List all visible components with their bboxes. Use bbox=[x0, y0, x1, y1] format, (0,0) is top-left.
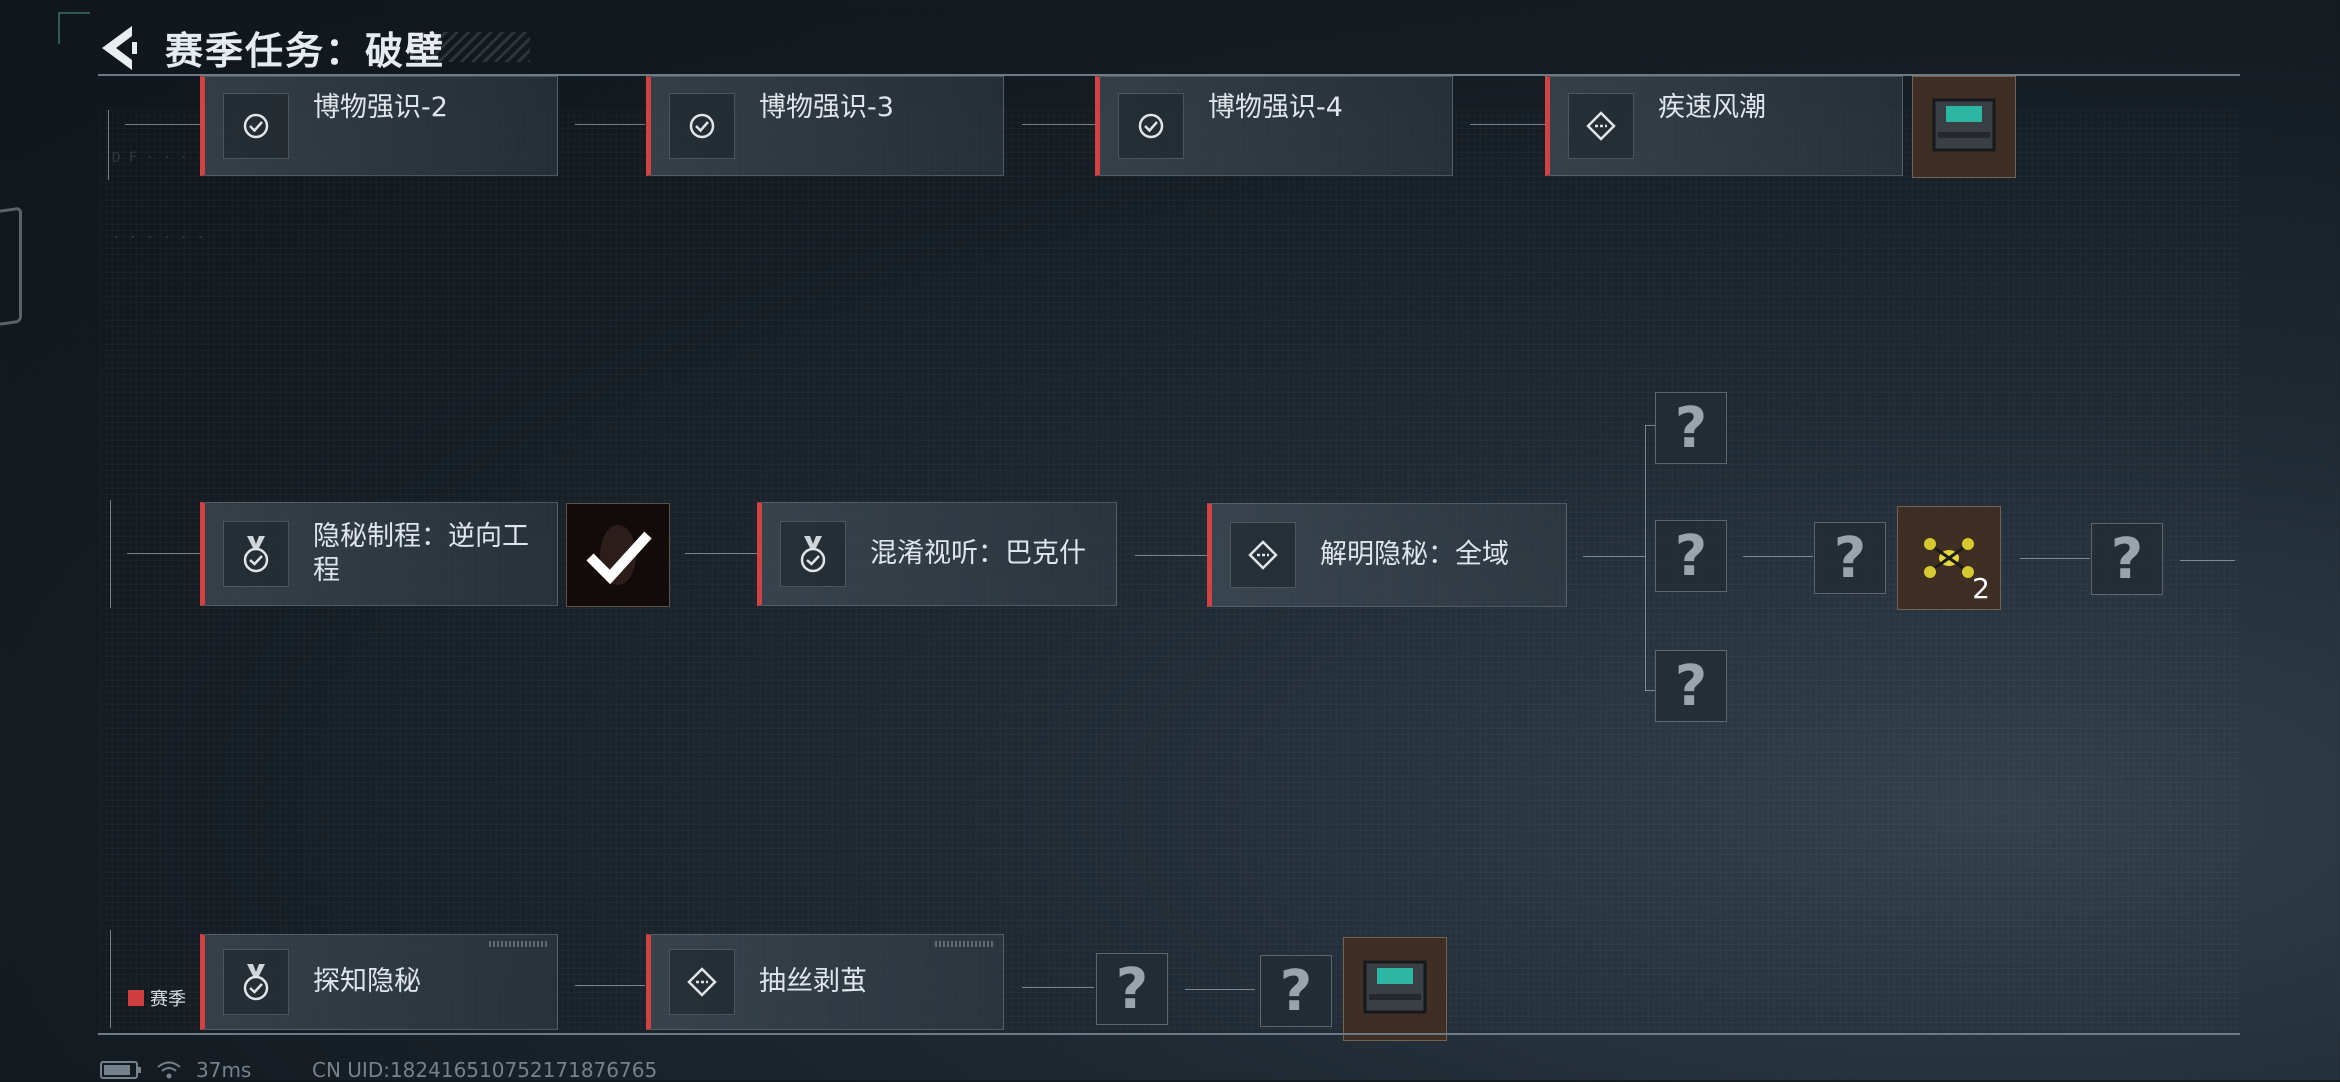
ping-readout: 37ms bbox=[196, 1058, 252, 1082]
quest-label: 探知隐秘 bbox=[313, 966, 421, 997]
quest-node-mid-3[interactable]: 解明隐秘：全域 bbox=[1207, 503, 1567, 607]
season-tag: 赛季 bbox=[128, 985, 186, 1011]
quest-label: 博物强识-2 bbox=[313, 92, 448, 123]
reward-item-drone[interactable]: 2 bbox=[1897, 506, 2001, 610]
branch-line bbox=[1645, 425, 1646, 691]
stripe-decoration bbox=[489, 941, 549, 947]
diamond-dash-icon bbox=[669, 949, 735, 1015]
header: 赛季任务：破壁 bbox=[0, 0, 2340, 76]
medal-check-icon bbox=[780, 521, 846, 587]
wifi-icon bbox=[157, 1061, 181, 1079]
unknown-quest-node[interactable]: ? bbox=[1655, 520, 1727, 592]
diamond-dash-icon bbox=[1568, 93, 1634, 159]
check-circle-icon bbox=[669, 93, 735, 159]
side-hex-decoration bbox=[0, 206, 22, 330]
connector-line bbox=[110, 500, 111, 608]
unknown-reward[interactable]: ? bbox=[1260, 955, 1332, 1027]
connector-line bbox=[1645, 425, 1655, 426]
user-uid: CN UID:182416510752171876765 bbox=[312, 1058, 658, 1082]
connector-line bbox=[1022, 987, 1094, 988]
connector-line bbox=[1022, 124, 1095, 125]
connector-line bbox=[1743, 556, 1813, 557]
connector-line bbox=[108, 110, 109, 180]
quest-label: 博物强识-4 bbox=[1208, 92, 1343, 123]
season-color-marker bbox=[128, 990, 144, 1006]
season-label: 赛季 bbox=[150, 989, 186, 1010]
connector-line bbox=[1470, 124, 1545, 125]
medal-check-icon bbox=[223, 521, 289, 587]
quest-label: 隐秘制程：逆向工 程 bbox=[313, 520, 529, 588]
quest-label: 抽丝剥茧 bbox=[759, 966, 867, 997]
quest-node-top-3[interactable]: 博物强识-4 bbox=[1095, 76, 1453, 176]
quest-node-top-1[interactable]: 博物强识-2 bbox=[200, 76, 558, 176]
unknown-reward[interactable]: ? bbox=[2091, 523, 2163, 595]
quest-node-top-4[interactable]: 疾速风潮 bbox=[1545, 76, 1903, 176]
quest-label-line1: 隐秘制程：逆向工 bbox=[313, 521, 529, 552]
quest-node-mid-2[interactable]: 混淆视听：巴克什 bbox=[757, 502, 1117, 606]
connector-line bbox=[685, 553, 757, 554]
connector-line bbox=[2020, 558, 2090, 559]
quest-label: 混淆视听：巴克什 bbox=[870, 538, 1086, 569]
connector-line bbox=[1583, 556, 1645, 557]
connector-line bbox=[1645, 690, 1655, 691]
quest-node-bottom-2[interactable]: 抽丝剥茧 bbox=[646, 934, 1004, 1030]
connector-line bbox=[2180, 560, 2235, 561]
reward-count: 2 bbox=[1972, 572, 1990, 605]
reward-item-claimed[interactable] bbox=[566, 503, 670, 607]
footer-divider bbox=[98, 1033, 2240, 1035]
back-arrow-icon bbox=[102, 26, 137, 70]
quest-label: 解明隐秘：全域 bbox=[1320, 539, 1509, 570]
unknown-quest-node[interactable]: ? bbox=[1655, 392, 1727, 464]
quest-node-mid-1[interactable]: 隐秘制程：逆向工 程 bbox=[200, 502, 558, 606]
supply-crate-icon bbox=[1363, 960, 1427, 1014]
check-circle-icon bbox=[223, 93, 289, 159]
connector-line bbox=[575, 985, 645, 986]
title-hatch-decoration bbox=[410, 32, 530, 62]
connector-line bbox=[125, 124, 200, 125]
quest-node-top-2[interactable]: 博物强识-3 bbox=[646, 76, 1004, 176]
claimed-check-icon bbox=[586, 525, 652, 585]
stripe-decoration bbox=[935, 941, 995, 947]
background-text: D F · · · · bbox=[112, 150, 205, 166]
status-bar: 37ms bbox=[100, 1058, 251, 1082]
check-circle-icon bbox=[1118, 93, 1184, 159]
connector-line bbox=[110, 930, 111, 1028]
quest-label-line2: 程 bbox=[313, 555, 340, 586]
connector-line bbox=[1135, 555, 1207, 556]
diamond-dash-icon bbox=[1230, 522, 1296, 588]
reward-item-crate[interactable] bbox=[1343, 937, 1447, 1041]
page-title: 赛季任务：破壁 bbox=[165, 29, 446, 73]
background-text: · · · · · · bbox=[112, 230, 205, 246]
unknown-quest-node[interactable]: ? bbox=[1655, 650, 1727, 722]
connector-line bbox=[1185, 989, 1255, 990]
connector-line bbox=[575, 124, 645, 125]
connector-line bbox=[127, 553, 200, 554]
unknown-reward[interactable]: ? bbox=[1814, 522, 1886, 594]
reward-item-crate[interactable] bbox=[1912, 76, 2016, 178]
back-button[interactable] bbox=[96, 22, 144, 74]
unknown-quest-node[interactable]: ? bbox=[1096, 953, 1168, 1025]
supply-crate-icon bbox=[1932, 98, 1996, 152]
battery-icon bbox=[100, 1061, 141, 1079]
quest-label: 疾速风潮 bbox=[1658, 92, 1766, 123]
quest-node-bottom-1[interactable]: 探知隐秘 bbox=[200, 934, 558, 1030]
medal-check-icon bbox=[223, 949, 289, 1015]
quest-label: 博物强识-3 bbox=[759, 92, 894, 123]
